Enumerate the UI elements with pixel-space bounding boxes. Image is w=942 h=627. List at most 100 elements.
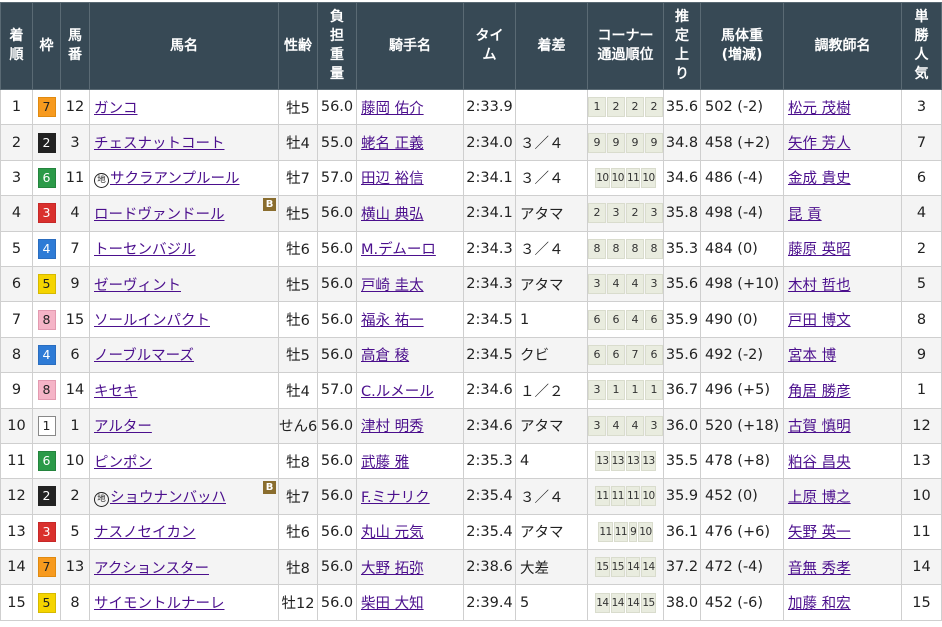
horse-name-cell: ソールインパクト bbox=[89, 301, 279, 338]
last3f-cell: 35.9 bbox=[663, 478, 701, 515]
trainer-link[interactable]: 昆 貢 bbox=[788, 207, 822, 223]
corner-positions: 11 11 9 10 bbox=[589, 521, 663, 542]
last3f-cell: 38.0 bbox=[663, 584, 701, 621]
last3f-cell: 35.8 bbox=[663, 195, 701, 232]
trainer-link[interactable]: 藤原 英昭 bbox=[788, 242, 851, 258]
trainer-link[interactable]: 粕谷 昌央 bbox=[788, 455, 851, 471]
last3f-cell: 34.8 bbox=[663, 124, 701, 161]
table-row: 10 1 1 アルター せん6 56.0 津村 明秀 2:34.6 アタマ 3 4 4 3 36.0 520… bbox=[0, 407, 942, 444]
horse-name-link[interactable]: ガンコ bbox=[94, 101, 138, 117]
jockey-cell: M.デムーロ bbox=[356, 230, 464, 267]
jockey-link[interactable]: 武藤 雅 bbox=[361, 455, 409, 471]
horse-name-link[interactable]: トーセンバジル bbox=[94, 242, 196, 258]
corner-cell: 3111 bbox=[587, 372, 664, 409]
horse-name-link[interactable]: サクラアンプルール bbox=[110, 171, 239, 187]
popularity-cell: 6 bbox=[901, 159, 942, 197]
horse-name-link[interactable]: ソールインパクト bbox=[94, 313, 210, 329]
trainer-link[interactable]: 矢作 芳人 bbox=[788, 136, 851, 152]
popularity-cell: 2 bbox=[901, 230, 942, 267]
trainer-link[interactable]: 宮本 博 bbox=[788, 348, 836, 364]
weight-cell: 57.0 bbox=[317, 372, 357, 409]
weight-cell: 56.0 bbox=[317, 478, 357, 515]
horse-name-link[interactable]: ピンポン bbox=[94, 455, 152, 471]
last3f-cell: 35.6 bbox=[663, 336, 701, 374]
horse-name-link[interactable]: キセキ bbox=[94, 384, 138, 400]
corner-position: 1 bbox=[588, 97, 606, 118]
trainer-link[interactable]: 上原 博之 bbox=[788, 490, 851, 506]
jockey-link[interactable]: 高倉 稜 bbox=[361, 348, 409, 364]
trainer-link[interactable]: 古賀 慎明 bbox=[788, 419, 851, 435]
jockey-link[interactable]: 丸山 元気 bbox=[361, 525, 424, 541]
trainer-link[interactable]: 角居 勝彦 bbox=[788, 384, 851, 400]
jockey-link[interactable]: 戸崎 圭太 bbox=[361, 278, 424, 294]
trainer-link[interactable]: 松元 茂樹 bbox=[788, 101, 851, 117]
last3f-cell: 36.1 bbox=[663, 513, 701, 551]
corner-cell: 2323 bbox=[587, 195, 664, 232]
horse-name-link[interactable]: サイモントルナーレ bbox=[94, 596, 225, 612]
corner-position: 6 bbox=[607, 344, 625, 365]
trainer-cell: 木村 哲也 bbox=[783, 265, 902, 303]
jockey-cell: C.ルメール bbox=[356, 372, 464, 409]
jockey-link[interactable]: M.デムーロ bbox=[361, 242, 436, 258]
jockey-link[interactable]: 藤岡 佑介 bbox=[361, 101, 424, 117]
trainer-link[interactable]: 矢野 英一 bbox=[788, 525, 851, 541]
horse-name-link[interactable]: アルター bbox=[94, 419, 152, 435]
col-horse-name: 馬名 bbox=[89, 2, 279, 90]
table-row: 13 3 5 ナスノセイカン 牡6 56.0 丸山 元気 2:35.4 アタマ 11 11 9 10 36… bbox=[0, 513, 942, 551]
corner-position: 6 bbox=[607, 309, 625, 330]
corner-position: 7 bbox=[626, 344, 644, 365]
corner-position: 13 bbox=[610, 451, 625, 472]
horse-name-link[interactable]: チェスナットコート bbox=[94, 136, 225, 152]
popularity-cell: 15 bbox=[901, 584, 942, 621]
trainer-cell: 角居 勝彦 bbox=[783, 372, 902, 409]
corner-position: 14 bbox=[626, 557, 641, 578]
trainer-cell: 矢野 英一 bbox=[783, 513, 902, 551]
horse-name-link[interactable]: ロードヴァンドール bbox=[94, 207, 225, 223]
col-trainer: 調教師名 bbox=[783, 2, 902, 90]
umaban-cell: 8 bbox=[60, 584, 90, 621]
trainer-link[interactable]: 金成 貴史 bbox=[788, 171, 851, 187]
trainer-link[interactable]: 木村 哲也 bbox=[788, 278, 851, 294]
table-row: 9 8 14 キセキ 牡4 57.0 C.ルメール 2:34.6 １／２ 3 1 1 1 36.7 496 … bbox=[0, 372, 942, 409]
horse-name-cell: ナスノセイカン bbox=[89, 513, 279, 551]
trainer-link[interactable]: 戸田 博文 bbox=[788, 313, 851, 329]
jockey-link[interactable]: 大野 拓弥 bbox=[361, 561, 424, 577]
horse-name-link[interactable]: ノーブルマーズ bbox=[94, 348, 194, 364]
horse-name-link[interactable]: ショウナンバッハ bbox=[110, 490, 226, 506]
horse-name-link[interactable]: ナスノセイカン bbox=[94, 525, 196, 541]
trainer-cell: 古賀 慎明 bbox=[783, 407, 902, 444]
corner-position: 11 bbox=[610, 486, 625, 507]
corner-position: 10 bbox=[641, 486, 656, 507]
trainer-link[interactable]: 音無 秀孝 bbox=[788, 561, 851, 577]
corner-position: 14 bbox=[610, 592, 625, 613]
jockey-link[interactable]: 福永 祐一 bbox=[361, 313, 424, 329]
jockey-link[interactable]: 田辺 裕信 bbox=[361, 171, 424, 187]
rank-cell: 9 bbox=[0, 372, 33, 409]
waku-badge: 7 bbox=[37, 97, 56, 118]
jockey-link[interactable]: C.ルメール bbox=[361, 384, 434, 400]
jockey-cell: 津村 明秀 bbox=[356, 407, 464, 444]
popularity-cell: 14 bbox=[901, 549, 942, 586]
col-body-weight: 馬体重 (増減) bbox=[700, 2, 784, 90]
jockey-link[interactable]: 津村 明秀 bbox=[361, 419, 424, 435]
jockey-link[interactable]: F.ミナリク bbox=[361, 490, 430, 506]
trainer-cell: 加藤 和宏 bbox=[783, 584, 902, 621]
body-weight-cell: 486 (-4) bbox=[700, 159, 784, 197]
trainer-link[interactable]: 加藤 和宏 bbox=[788, 596, 851, 612]
margin-cell: アタマ bbox=[515, 265, 588, 303]
corner-position: 1 bbox=[607, 380, 625, 401]
jockey-link[interactable]: 蛯名 正義 bbox=[361, 136, 424, 152]
corner-position: 2 bbox=[607, 97, 625, 118]
jockey-link[interactable]: 柴田 大知 bbox=[361, 596, 424, 612]
sex-age-cell: 牡7 bbox=[278, 478, 318, 515]
body-weight-cell: 478 (+8) bbox=[700, 442, 784, 480]
horse-name-link[interactable]: アクションスター bbox=[94, 561, 209, 577]
corner-position: 2 bbox=[588, 203, 606, 224]
col-sex-age: 性齢 bbox=[278, 2, 318, 90]
popularity-cell: 9 bbox=[901, 336, 942, 374]
corner-cell: 3443 bbox=[587, 265, 664, 303]
jockey-link[interactable]: 横山 典弘 bbox=[361, 207, 424, 223]
horse-name-link[interactable]: ゼーヴィント bbox=[94, 278, 181, 294]
body-weight-cell: 484 (0) bbox=[700, 230, 784, 267]
time-cell: 2:35.3 bbox=[463, 442, 516, 480]
